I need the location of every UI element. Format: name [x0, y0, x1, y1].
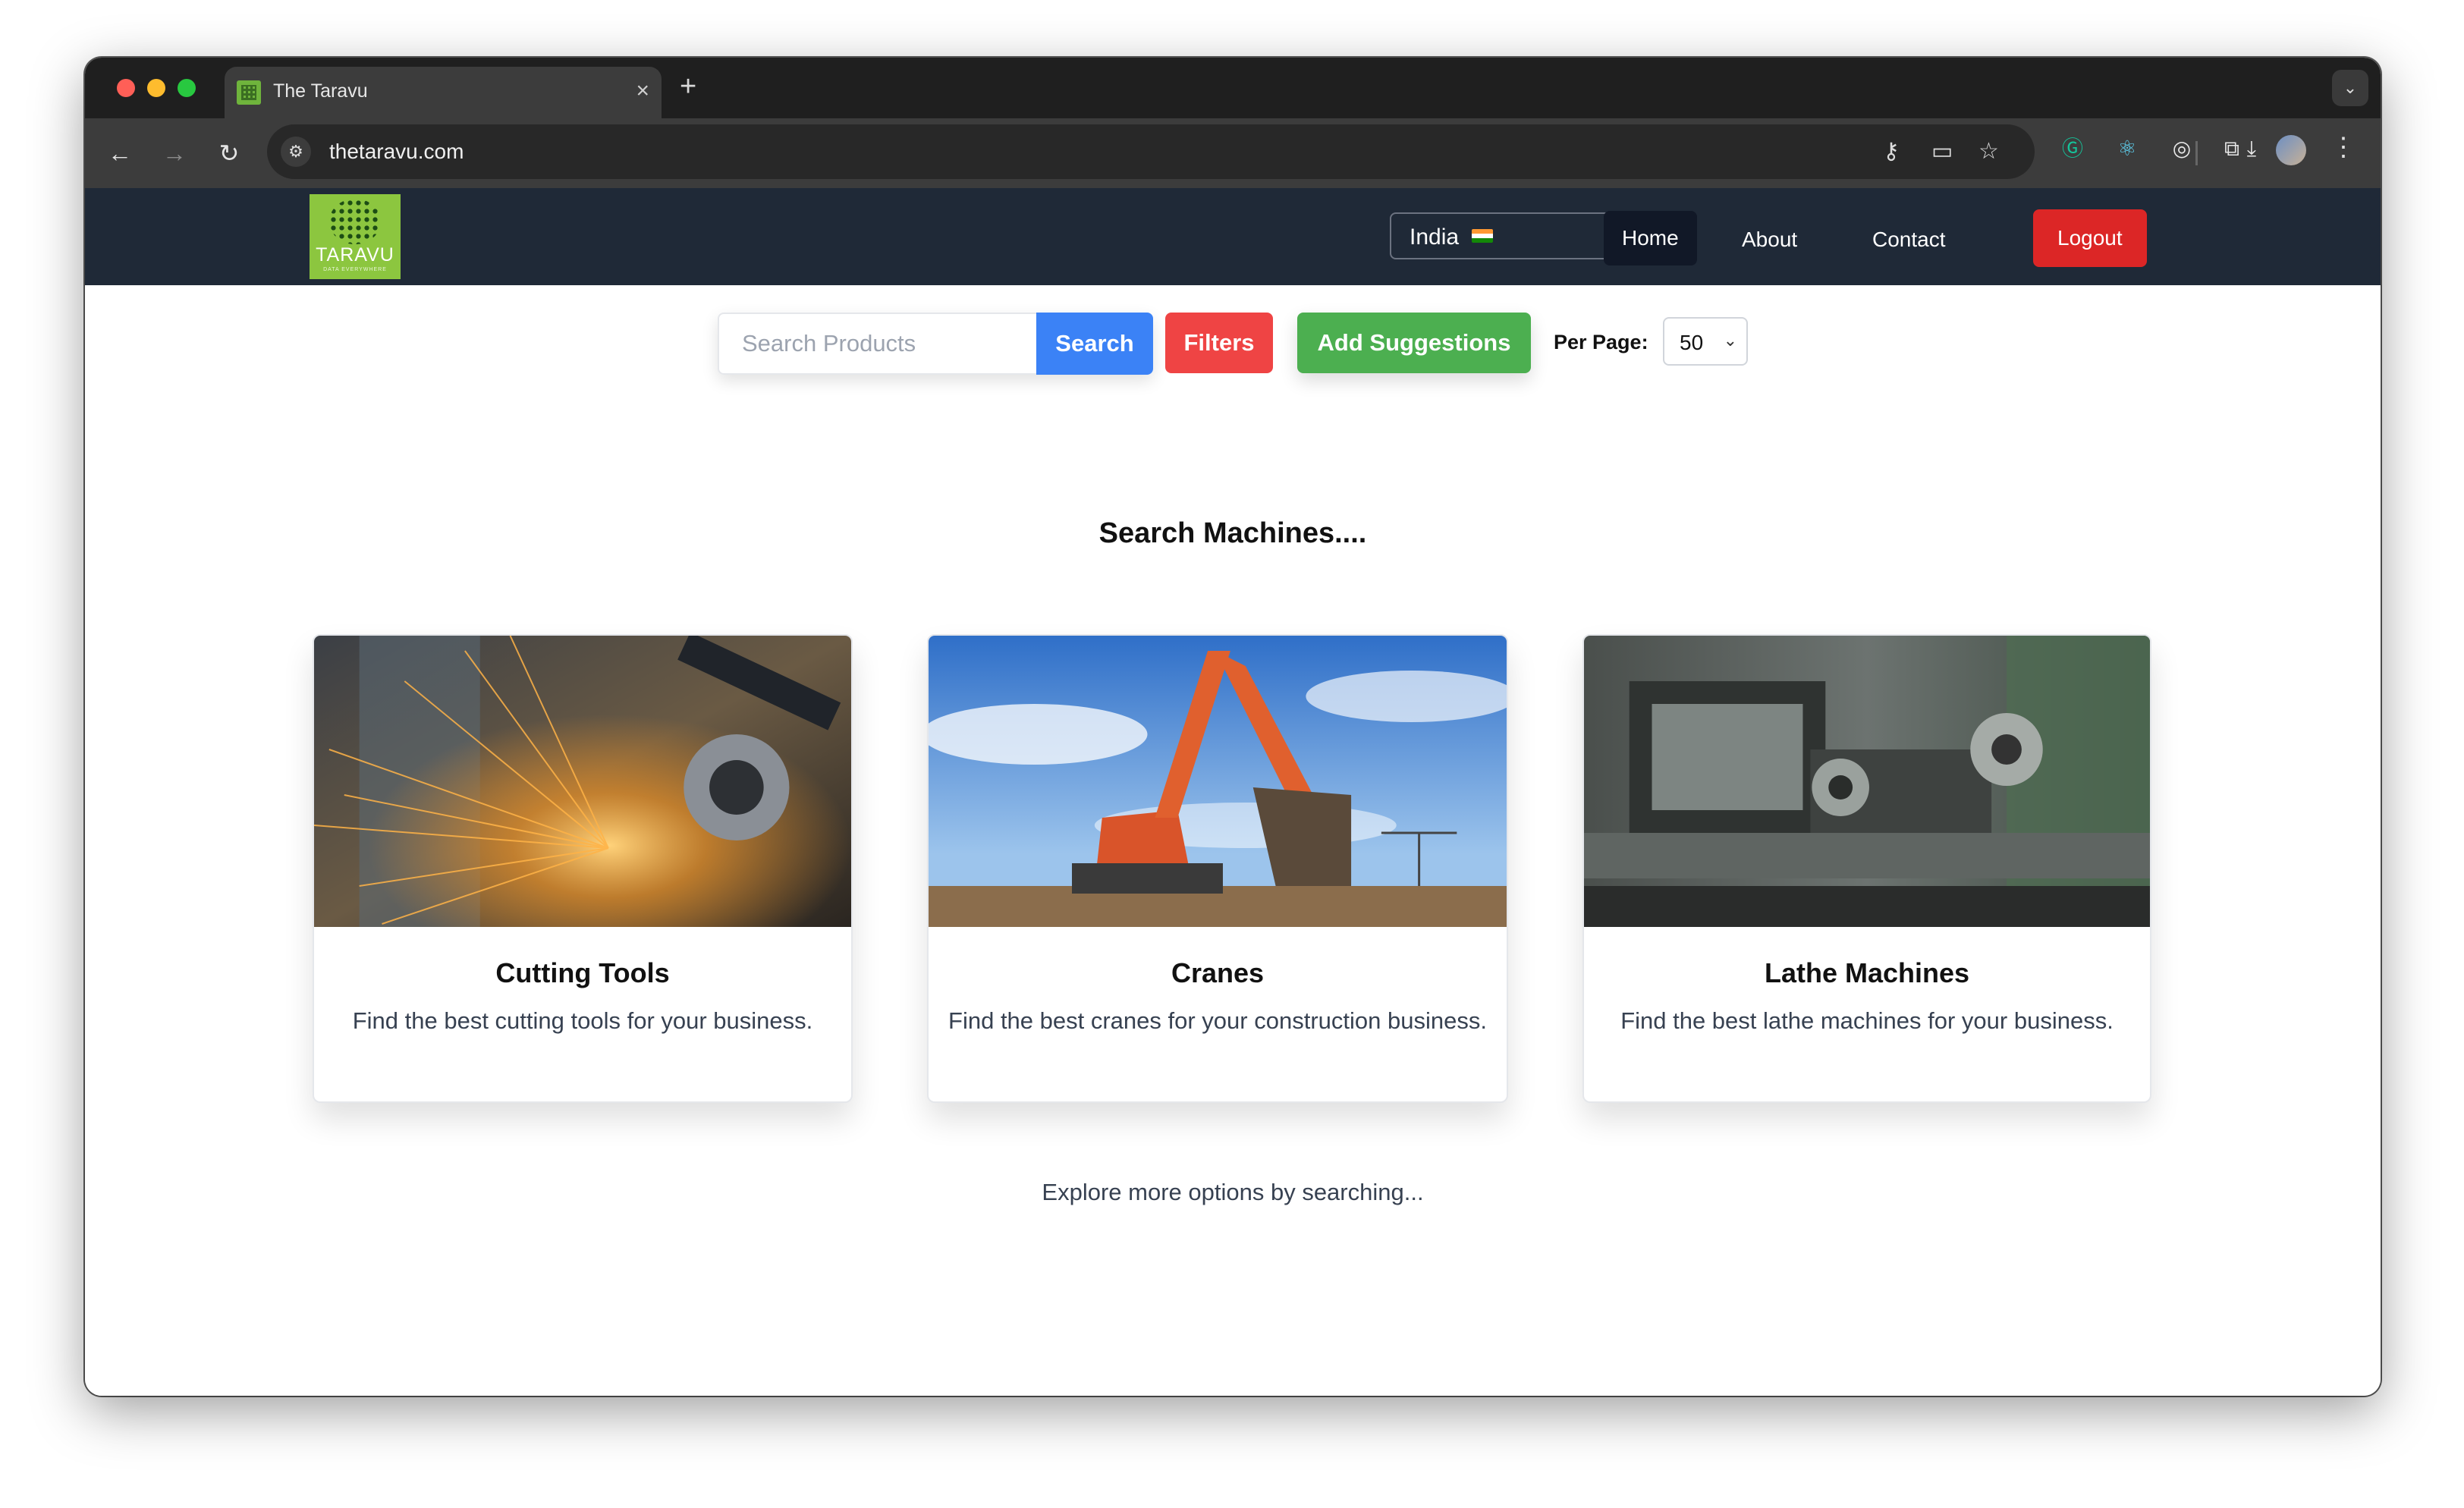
- india-flag-icon: [1472, 229, 1493, 243]
- lathe-machines-image: [1584, 636, 2150, 927]
- search-row: Search Filters Add Suggestions Per Page:…: [85, 285, 2381, 437]
- more-menu-icon[interactable]: ⋮: [2330, 132, 2356, 162]
- download-icon[interactable]: ⤓: [2236, 134, 2267, 164]
- extension-target-icon[interactable]: ◎: [2167, 134, 2197, 164]
- card-title: Lathe Machines: [1764, 957, 1970, 988]
- tab-strip: The Taravu × + ⌄: [85, 58, 2381, 118]
- per-page-label: Per Page:: [1554, 331, 1648, 353]
- browser-tab[interactable]: The Taravu ×: [225, 67, 662, 118]
- tab-search-chevron-icon[interactable]: ⌄: [2332, 70, 2368, 106]
- explore-more-text: Explore more options by searching...: [1042, 1179, 1424, 1205]
- reload-icon[interactable]: ↻: [211, 135, 247, 171]
- maximize-window-button[interactable]: [178, 79, 196, 97]
- browser-window: The Taravu × + ⌄ ← → ↻ ⚙ thetaravu.com ⚷…: [85, 58, 2381, 1396]
- address-bar[interactable]: ⚙ thetaravu.com ⚷ ▭ ☆: [267, 124, 2035, 179]
- category-card-cranes[interactable]: Cranes Find the best cranes for your con…: [927, 634, 1508, 1103]
- profile-avatar[interactable]: [2276, 135, 2306, 165]
- taravu-logo[interactable]: TARAVU DATA EVERYWHERE: [310, 194, 401, 279]
- category-card-lathe-machines[interactable]: Lathe Machines Find the best lathe machi…: [1582, 634, 2151, 1103]
- filters-button[interactable]: Filters: [1165, 313, 1273, 373]
- page-heading: Search Machines....: [1098, 517, 1367, 549]
- country-selected-value: India: [1410, 225, 1460, 250]
- chevron-down-icon: ⌄: [1723, 331, 1737, 350]
- password-key-icon[interactable]: ⚷: [1883, 138, 1900, 165]
- nav-home-link[interactable]: Home: [1604, 211, 1697, 265]
- per-page-select[interactable]: 50 ⌄: [1663, 317, 1748, 366]
- toolbar-divider: [2195, 141, 2198, 165]
- logo-dots-icon: [329, 199, 381, 244]
- add-suggestions-button[interactable]: Add Suggestions: [1297, 313, 1531, 373]
- grammarly-icon[interactable]: Ⓖ: [2057, 134, 2088, 164]
- logout-button[interactable]: Logout: [2033, 209, 2147, 267]
- cutting-tools-image: [314, 636, 851, 927]
- page-content: TARAVU DATA EVERYWHERE India ⌄ Home Abou…: [85, 188, 2381, 1396]
- card-title: Cutting Tools: [495, 957, 670, 988]
- tab-close-icon[interactable]: ×: [636, 77, 649, 105]
- forward-icon[interactable]: →: [156, 135, 193, 171]
- card-description: Find the best cranes for your constructi…: [948, 1007, 1487, 1034]
- back-icon[interactable]: ←: [102, 135, 138, 171]
- url-text[interactable]: thetaravu.com: [329, 140, 464, 164]
- minimize-window-button[interactable]: [147, 79, 165, 97]
- country-select[interactable]: India ⌄: [1390, 212, 1626, 259]
- bookmark-star-icon[interactable]: ☆: [1978, 138, 1999, 165]
- tab-title: The Taravu: [273, 80, 368, 102]
- search-input[interactable]: [718, 313, 1036, 375]
- close-window-button[interactable]: [117, 79, 135, 97]
- new-tab-button[interactable]: +: [680, 71, 696, 102]
- category-card-cutting-tools[interactable]: Cutting Tools Find the best cutting tool…: [313, 634, 853, 1103]
- site-navbar: TARAVU DATA EVERYWHERE India ⌄ Home Abou…: [85, 188, 2381, 285]
- card-description: Find the best lathe machines for your bu…: [1620, 1007, 2114, 1034]
- search-button[interactable]: Search: [1036, 313, 1153, 375]
- card-description: Find the best cutting tools for your bus…: [352, 1007, 813, 1034]
- cast-icon[interactable]: ▭: [1931, 138, 1953, 165]
- taravu-favicon-icon: [237, 80, 261, 105]
- react-devtools-icon[interactable]: ⚛: [2112, 134, 2142, 164]
- logo-text: TARAVU: [316, 244, 394, 265]
- logo-tagline: DATA EVERYWHERE: [323, 267, 387, 272]
- cranes-image: [929, 636, 1507, 927]
- per-page-value: 50: [1680, 331, 1704, 354]
- browser-toolbar: ← → ↻ ⚙ thetaravu.com ⚷ ▭ ☆ Ⓖ ⚛ ◎ ⧉ ⤓ ⋮: [85, 118, 2381, 188]
- site-settings-icon[interactable]: ⚙: [281, 137, 311, 167]
- nav-about-link[interactable]: About: [1724, 212, 1815, 267]
- card-title: Cranes: [1171, 957, 1265, 988]
- nav-contact-link[interactable]: Contact: [1854, 212, 1964, 267]
